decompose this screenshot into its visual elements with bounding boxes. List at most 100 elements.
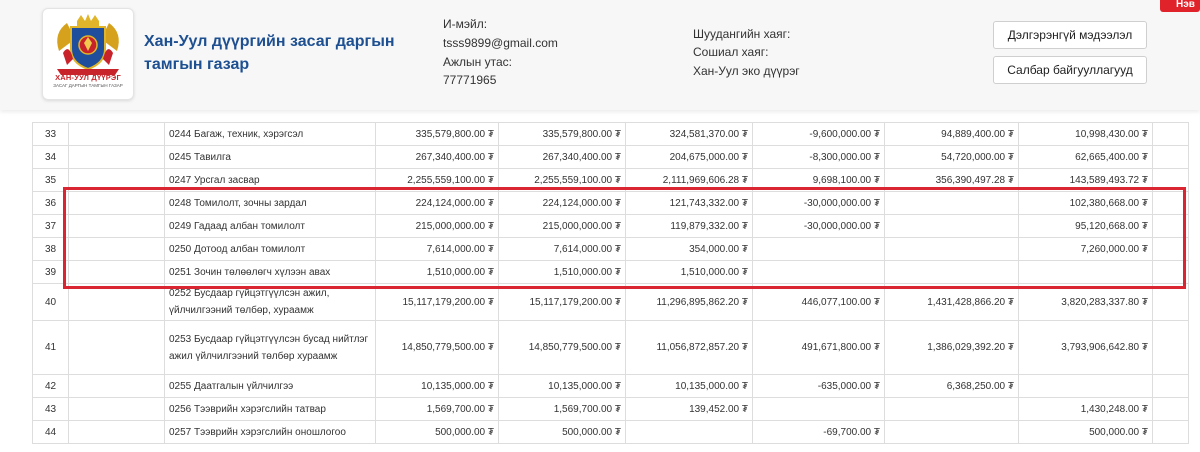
row-blank-cell: [68, 214, 165, 238]
row-value-cell: 500,000.00 ₮: [375, 420, 499, 444]
row-blank-cell: [1152, 168, 1189, 192]
row-value-cell: 102,380,668.00 ₮: [1018, 191, 1153, 215]
row-blank-cell: [68, 237, 165, 261]
row-number-cell: 36: [32, 191, 69, 215]
row-value-cell: 54,720,000.00 ₮: [884, 145, 1019, 169]
row-value-cell: 121,743,332.00 ₮: [625, 191, 753, 215]
row-number-cell: 38: [32, 237, 69, 261]
row-value-cell: 15,117,179,200.00 ₮: [375, 283, 499, 321]
row-blank-cell: [68, 283, 165, 321]
row-blank-cell: [68, 420, 165, 444]
row-name-cell: 0257 Тээврийн хэрэгслийн оношлогоо: [164, 420, 376, 444]
budget-table: 33 0244 Багаж, техник, хэрэгсэл 335,579,80…: [32, 122, 1189, 444]
row-value-cell: 1,386,029,392.20 ₮: [884, 320, 1019, 375]
row-value-cell: 9,698,100.00 ₮: [752, 168, 885, 192]
org-name: Хан-Уул дүүргийн засаг даргын тамгын газ…: [144, 33, 395, 73]
table-row: 44 0257 Тээврийн хэрэгслийн оношлогоо 500,…: [32, 420, 1189, 444]
row-number-cell: 37: [32, 214, 69, 238]
row-blank-cell: [68, 397, 165, 421]
row-value-cell: [884, 191, 1019, 215]
row-blank-cell: [1152, 260, 1189, 284]
social-value[interactable]: Хан-Уул эко дүүрэг: [693, 64, 800, 78]
phone-label: Ажлын утас:: [443, 55, 512, 69]
row-value-cell: 1,569,700.00 ₮: [498, 397, 626, 421]
row-value-cell: [752, 237, 885, 261]
table-row: 42 0255 Даатгалын үйлчилгээ 10,135,000.00 …: [32, 374, 1189, 398]
row-name-cell: 0248 Томилолт, зочны зардал: [164, 191, 376, 215]
row-value-cell: 11,056,872,857.20 ₮: [625, 320, 753, 375]
row-value-cell: 1,569,700.00 ₮: [375, 397, 499, 421]
row-value-cell: 11,296,895,862.20 ₮: [625, 283, 753, 321]
logo-text-top: ХАН-УУЛ ДҮҮРЭГ: [55, 73, 121, 82]
row-name-cell: 0249 Гадаад албан томилолт: [164, 214, 376, 238]
org-header: ХАН-УУЛ ДҮҮРЭГ ЗАСАГ ДАРГЫН ТАМГЫН ГАЗАР…: [0, 0, 1200, 110]
row-value-cell: 1,510,000.00 ₮: [498, 260, 626, 284]
corner-tab-button[interactable]: Нэв: [1160, 0, 1200, 12]
row-value-cell: 500,000.00 ₮: [1018, 420, 1153, 444]
logo-text-bottom: ЗАСАГ ДАРГЫН ТАМГЫН ГАЗАР: [53, 83, 123, 88]
row-value-cell: 143,589,493.72 ₮: [1018, 168, 1153, 192]
row-value-cell: [1018, 374, 1153, 398]
table-row: 35 0247 Урсгал засвар 2,255,559,100.00 ₮ 2,…: [32, 168, 1189, 192]
row-value-cell: 7,614,000.00 ₮: [375, 237, 499, 261]
row-value-cell: 1,431,428,866.20 ₮: [884, 283, 1019, 321]
row-value-cell: 94,889,400.00 ₮: [884, 122, 1019, 146]
row-value-cell: -30,000,000.00 ₮: [752, 191, 885, 215]
table-row: 40 0252 Бусдаар гүйцэтгүүлсэн ажил, үйлчи…: [32, 283, 1189, 321]
row-blank-cell: [1152, 237, 1189, 261]
row-value-cell: 354,000.00 ₮: [625, 237, 753, 261]
row-blank-cell: [1152, 145, 1189, 169]
row-value-cell: -69,700.00 ₮: [752, 420, 885, 444]
row-blank-cell: [1152, 122, 1189, 146]
row-value-cell: 446,077,100.00 ₮: [752, 283, 885, 321]
row-value-cell: [884, 420, 1019, 444]
row-blank-cell: [1152, 214, 1189, 238]
row-blank-cell: [1152, 420, 1189, 444]
table-row: 41 0253 Бусдаар гүйцэтгүүлсэн бусад нийтл…: [32, 320, 1189, 375]
row-value-cell: -30,000,000.00 ₮: [752, 214, 885, 238]
phone-value: 77771965: [443, 73, 497, 87]
more-info-button[interactable]: Дэлгэрэнгүй мэдээлэл: [993, 21, 1147, 49]
row-value-cell: 7,614,000.00 ₮: [498, 237, 626, 261]
row-blank-cell: [68, 320, 165, 375]
row-blank-cell: [68, 122, 165, 146]
row-value-cell: [625, 420, 753, 444]
row-value-cell: 500,000.00 ₮: [498, 420, 626, 444]
branches-button[interactable]: Салбар байгууллагууд: [993, 56, 1147, 84]
row-number-cell: 44: [32, 420, 69, 444]
row-value-cell: 1,510,000.00 ₮: [375, 260, 499, 284]
row-value-cell: 224,124,000.00 ₮: [498, 191, 626, 215]
row-blank-cell: [1152, 320, 1189, 375]
org-logo[interactable]: ХАН-УУЛ ДҮҮРЭГ ЗАСАГ ДАРГЫН ТАМГЫН ГАЗАР: [42, 8, 134, 100]
email-value[interactable]: tsss9899@gmail.com: [443, 36, 558, 50]
row-value-cell: 2,111,969,606.28 ₮: [625, 168, 753, 192]
row-name-cell: 0247 Урсгал засвар: [164, 168, 376, 192]
row-value-cell: 14,850,779,500.00 ₮: [498, 320, 626, 375]
row-value-cell: 10,135,000.00 ₮: [375, 374, 499, 398]
row-value-cell: 356,390,497.28 ₮: [884, 168, 1019, 192]
table-row: 39 0251 Зочин төлөөлөгч хүлээн авах 1,510,…: [32, 260, 1189, 284]
budget-table-wrap: 33 0244 Багаж, техник, хэрэгсэл 335,579,80…: [32, 122, 1189, 444]
row-value-cell: 324,581,370.00 ₮: [625, 122, 753, 146]
row-value-cell: 204,675,000.00 ₮: [625, 145, 753, 169]
row-value-cell: 1,510,000.00 ₮: [625, 260, 753, 284]
row-number-cell: 40: [32, 283, 69, 321]
row-value-cell: [884, 260, 1019, 284]
row-value-cell: 2,255,559,100.00 ₮: [375, 168, 499, 192]
row-number-cell: 35: [32, 168, 69, 192]
table-row: 38 0250 Дотоод албан томилолт 7,614,000.00…: [32, 237, 1189, 261]
row-value-cell: 3,820,283,337.80 ₮: [1018, 283, 1153, 321]
row-value-cell: 10,135,000.00 ₮: [625, 374, 753, 398]
row-value-cell: 7,260,000.00 ₮: [1018, 237, 1153, 261]
row-value-cell: 62,665,400.00 ₮: [1018, 145, 1153, 169]
row-value-cell: 267,340,400.00 ₮: [498, 145, 626, 169]
row-value-cell: 14,850,779,500.00 ₮: [375, 320, 499, 375]
table-body: 33 0244 Багаж, техник, хэрэгсэл 335,579,80…: [32, 122, 1189, 444]
row-blank-cell: [68, 191, 165, 215]
table-row: 33 0244 Багаж, техник, хэрэгсэл 335,579,80…: [32, 122, 1189, 146]
table-row: 34 0245 Тавилга 267,340,400.00 ₮ 267,340,40…: [32, 145, 1189, 169]
row-value-cell: -9,600,000.00 ₮: [752, 122, 885, 146]
row-blank-cell: [68, 260, 165, 284]
row-value-cell: 3,793,906,642.80 ₮: [1018, 320, 1153, 375]
row-name-cell: 0251 Зочин төлөөлөгч хүлээн авах: [164, 260, 376, 284]
